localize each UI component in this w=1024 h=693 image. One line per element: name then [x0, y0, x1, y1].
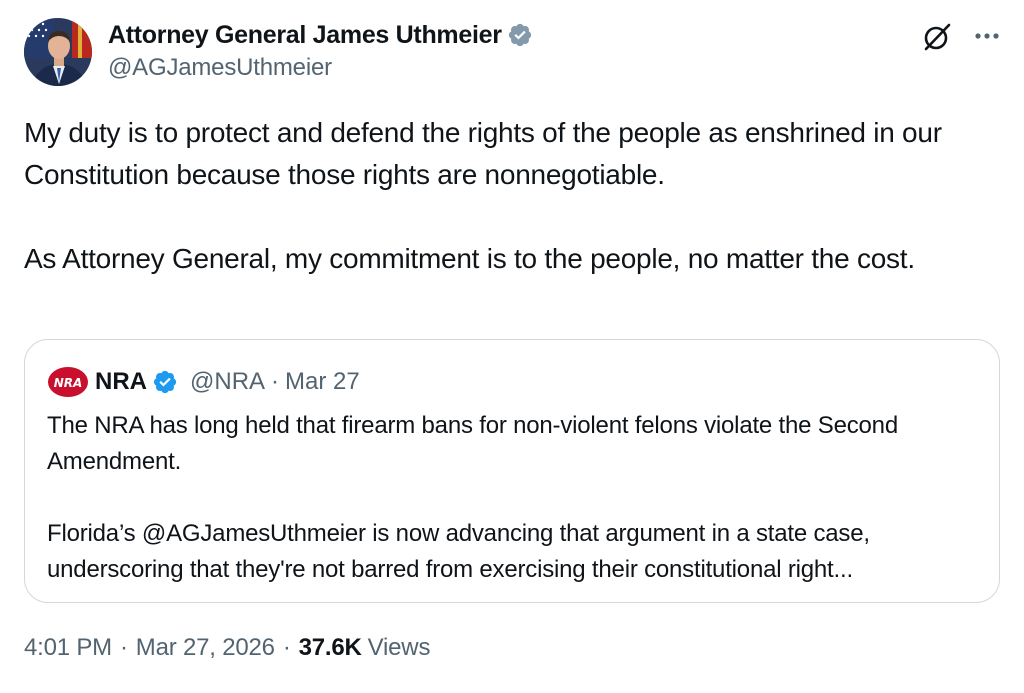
quoted-display-name[interactable]: NRA	[95, 368, 147, 396]
quoted-paragraph: The NRA has long held that firearm bans …	[47, 412, 898, 475]
more-options-icon[interactable]	[970, 22, 1004, 50]
verified-badge-icon[interactable]	[507, 22, 533, 48]
author-name-row: Attorney General James Uthmeier	[108, 18, 533, 52]
views-count[interactable]: 37.6K	[299, 634, 362, 662]
quoted-tweet-card[interactable]: NRA NRA @NRA · Mar 27 The NRA has long h…	[24, 339, 1000, 603]
quoted-date[interactable]: Mar 27	[285, 368, 360, 396]
views-label[interactable]: Views	[368, 634, 431, 662]
tweet-paragraph: As Attorney General, my commitment is to…	[24, 243, 915, 274]
author-display-name[interactable]: Attorney General James Uthmeier	[108, 21, 502, 50]
tweet-time[interactable]: 4:01 PM	[24, 634, 112, 662]
quoted-handle[interactable]: @NRA	[190, 368, 265, 396]
tweet-paragraph: My duty is to protect and defend the rig…	[24, 117, 942, 190]
tweet-meta: 4:01 PM · Mar 27, 2026 · 37.6K Views	[24, 634, 430, 662]
quoted-tweet-header: NRA NRA @NRA · Mar 27	[47, 366, 360, 398]
nra-logo-icon[interactable]: NRA	[47, 366, 89, 398]
author-handle[interactable]: @AGJamesUthmeier	[108, 54, 533, 82]
verified-badge-icon[interactable]	[152, 369, 178, 395]
svg-text:NRA: NRA	[54, 376, 83, 390]
quoted-tweet-text: The NRA has long held that firearm bans …	[47, 408, 987, 588]
grok-icon[interactable]	[920, 20, 954, 54]
author-info: Attorney General James Uthmeier @AGJames…	[108, 18, 533, 82]
quoted-paragraph: Florida’s @AGJamesUthmeier is now advanc…	[47, 520, 870, 583]
meta-separator: ·	[282, 634, 291, 661]
tweet-date[interactable]: Mar 27, 2026	[136, 634, 275, 662]
author-avatar[interactable]	[24, 18, 92, 86]
meta-separator: ·	[119, 634, 128, 661]
quoted-separator: ·	[271, 368, 280, 395]
tweet-text: My duty is to protect and defend the rig…	[24, 112, 1004, 280]
tweet: Attorney General James Uthmeier @AGJames…	[0, 0, 1024, 693]
